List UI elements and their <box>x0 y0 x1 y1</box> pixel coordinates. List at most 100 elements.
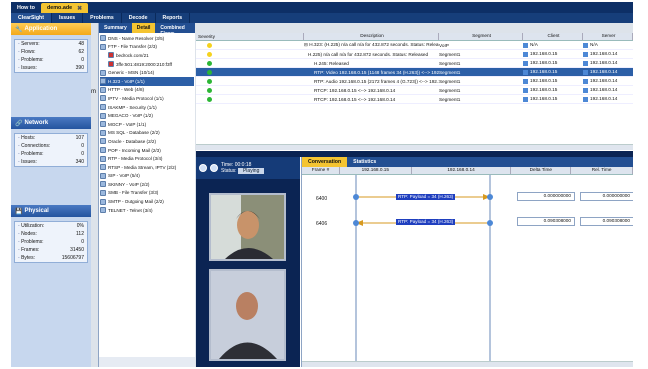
tree-item[interactable]: Generic - MSN (10/14) <box>100 68 194 77</box>
stat-value: 0 <box>81 143 84 149</box>
host-icon <box>583 51 588 57</box>
payload-label[interactable]: RTP: Payload = 34 (H.263) <box>396 219 456 225</box>
col-client[interactable]: Client <box>523 33 583 40</box>
tree-subitem[interactable]: bedrock.com/21 <box>100 51 194 60</box>
stat-label[interactable]: Problems: <box>18 239 44 245</box>
close-icon[interactable]: ✖ <box>77 5 82 12</box>
application-stats: Servers: 48 Flows: 62 Problems: 0 Issues: 39… <box>14 39 88 73</box>
stat-value: 0 <box>81 57 84 63</box>
nav-clearsight[interactable]: ClearSight <box>11 13 52 23</box>
stat-label[interactable]: Issues: <box>18 159 37 165</box>
tree-item[interactable]: RTP - Media Protocol (3/4) <box>100 154 194 163</box>
stat-label[interactable]: Issues: <box>18 65 37 71</box>
flow-row[interactable]: H.225) n/a call n/a for 432.872 seconds.… <box>196 50 633 59</box>
tree-item[interactable]: SMB - File Transfer (3/3) <box>100 189 194 198</box>
flow-row[interactable]: RTCP: 192.168.0.15 <--> 192.168.0.14 Seg… <box>196 86 633 95</box>
section-physical[interactable]: 💾 Physical <box>11 205 91 217</box>
row-server: 192.168.0.14 <box>590 60 618 66</box>
play-icon[interactable] <box>210 164 218 172</box>
tree-item[interactable]: POP - Incoming Mail (2/3) <box>100 146 194 155</box>
row-segment: VoIP <box>439 42 449 48</box>
stat-label[interactable]: Problems: <box>18 151 44 157</box>
col-severity[interactable]: Severity <box>196 33 304 40</box>
tree-item[interactable]: FTP - File Transfer (2/3) <box>100 43 194 52</box>
flow-row[interactable]: H.245: Released Segment1 192.168.0.15 19… <box>196 59 633 68</box>
col-segment[interactable]: Segment <box>439 33 523 40</box>
col-delta-time[interactable]: Delta Time <box>511 167 572 174</box>
nav-decode[interactable]: Decode <box>122 13 156 23</box>
stat-label[interactable]: Frames: <box>18 247 39 253</box>
col-rel-time[interactable]: Rel. Time <box>571 167 633 174</box>
tree-item[interactable]: IPTV - Media Protocol (1/1) <box>100 94 194 103</box>
ok-icon <box>207 96 212 102</box>
tree-item[interactable]: TELNET - Telnet (3/4) <box>100 206 194 215</box>
stat-label[interactable]: Servers: <box>18 41 40 47</box>
stat-label[interactable]: Utilization: <box>18 223 44 229</box>
stat-label[interactable]: Flows: <box>18 49 35 55</box>
stat-label[interactable]: Connections: <box>18 143 50 149</box>
host-icon <box>523 42 528 48</box>
tree-item[interactable]: RTSP - Media Stream, IPTV (2/2) <box>100 163 194 172</box>
nav-problems[interactable]: Problems <box>83 13 122 23</box>
stat-label[interactable]: Problems: <box>18 57 44 63</box>
tree-item[interactable]: HTTP - Web (4/8) <box>100 86 194 95</box>
nav-reports[interactable]: Reports <box>156 13 191 23</box>
tree-item-label: MS SQL - Database (2/2) <box>108 130 160 136</box>
tree-subitem[interactable]: 3ffe:501:4819:2000:210:f3ff <box>100 60 194 69</box>
protocol-icon <box>100 112 106 119</box>
stat-label[interactable]: Nodes: <box>18 231 37 237</box>
tree-item[interactable]: SIP - VoIP (5/4) <box>100 172 194 181</box>
frame-number: 6400 <box>316 196 328 202</box>
row-description: H.245: Released <box>314 60 349 66</box>
tree-item[interactable]: Oracle - Database (2/2) <box>100 137 194 146</box>
stat-label[interactable]: Hosts: <box>18 135 35 141</box>
stop-icon[interactable] <box>199 164 207 172</box>
nav-issues[interactable]: Issues <box>52 13 84 23</box>
tree-item[interactable]: ISAKMP - Security (1/1) <box>100 103 194 112</box>
section-application[interactable]: 🔧 Application <box>11 23 91 35</box>
col-description[interactable]: Description <box>304 33 439 40</box>
tree-item[interactable]: SMTP - Outgoing Mail (2/2) <box>100 197 194 206</box>
tree-item-label: MEGACO - VoIP (1/2) <box>108 113 153 119</box>
table-scrollbar[interactable] <box>196 144 633 150</box>
stat-label[interactable]: Bytes: <box>18 255 35 261</box>
col-host-a[interactable]: 192.168.0.15 <box>340 167 412 174</box>
tab-conversation[interactable]: Conversation <box>302 157 348 167</box>
tab-statistics[interactable]: Statistics <box>347 157 382 167</box>
row-description: RTP: Video 192.168.0.15 (1148 frames 34 … <box>314 69 439 75</box>
flow-row[interactable]: RTCP: 192.168.0.15 <--> 192.168.0.14 Seg… <box>196 95 633 104</box>
tree-item[interactable]: MGCP - VoIP (1/1) <box>100 120 194 129</box>
tab-how-to[interactable]: How to <box>11 3 41 13</box>
tree-item-selected[interactable]: H.323 - VoIP (1/1) <box>100 76 194 86</box>
status-label: Status: <box>221 168 237 174</box>
row-client: 192.168.0.15 <box>530 87 558 93</box>
host-icon <box>583 42 588 48</box>
rel-time: 0.090308000 <box>580 217 633 226</box>
section-network[interactable]: 🔗 Network <box>11 117 91 129</box>
col-frame[interactable]: Frame # <box>302 167 340 174</box>
conversation-scrollbar[interactable] <box>302 361 633 367</box>
stat-value: 0% <box>76 223 84 229</box>
protocol-icon <box>100 189 106 196</box>
flow-row[interactable]: ⊟ H.323: (H.225) n/a call n/a for 432.87… <box>196 41 633 50</box>
stat-value: 31450 <box>70 247 84 253</box>
tree-item[interactable]: MS SQL - Database (2/2) <box>100 129 194 138</box>
col-host-b[interactable]: 192.168.0.14 <box>412 167 512 174</box>
delta-time: 0.000000000 <box>517 192 575 201</box>
stat-value: 15606797 <box>61 255 84 261</box>
tab-summary[interactable]: Summary <box>99 23 132 33</box>
tab-combined-flows[interactable]: Combined Flows <box>155 23 195 37</box>
flow-row[interactable]: RTP: Audio 192.168.0.15 (2172 frames 4 (… <box>196 77 633 86</box>
payload-label[interactable]: RTP: Payload = 34 (H.263) <box>396 194 456 200</box>
network-stats: Hosts: 107 Connections: 0 Problems: 0 Issue… <box>14 133 88 167</box>
tree-item-label: RTP - Media Protocol (3/4) <box>108 156 163 162</box>
flow-row-selected[interactable]: RTP: Video 192.168.0.15 (1148 frames 34 … <box>196 68 633 77</box>
tab-detail[interactable]: Detail <box>131 23 156 33</box>
tree-item[interactable]: MEGACO - VoIP (1/2) <box>100 111 194 120</box>
row-description: RTCP: 192.168.0.15 <--> 192.168.0.14 <box>314 96 396 102</box>
tree-item[interactable]: DNS - Name Resolver (3/5) <box>100 34 194 43</box>
col-server[interactable]: Server <box>583 33 633 40</box>
row-client: 192.168.0.15 <box>530 78 558 84</box>
tree-item[interactable]: SKINNY - VoIP (2/2) <box>100 180 194 189</box>
tab-demo[interactable]: demo.ade ✖ <box>40 3 89 13</box>
